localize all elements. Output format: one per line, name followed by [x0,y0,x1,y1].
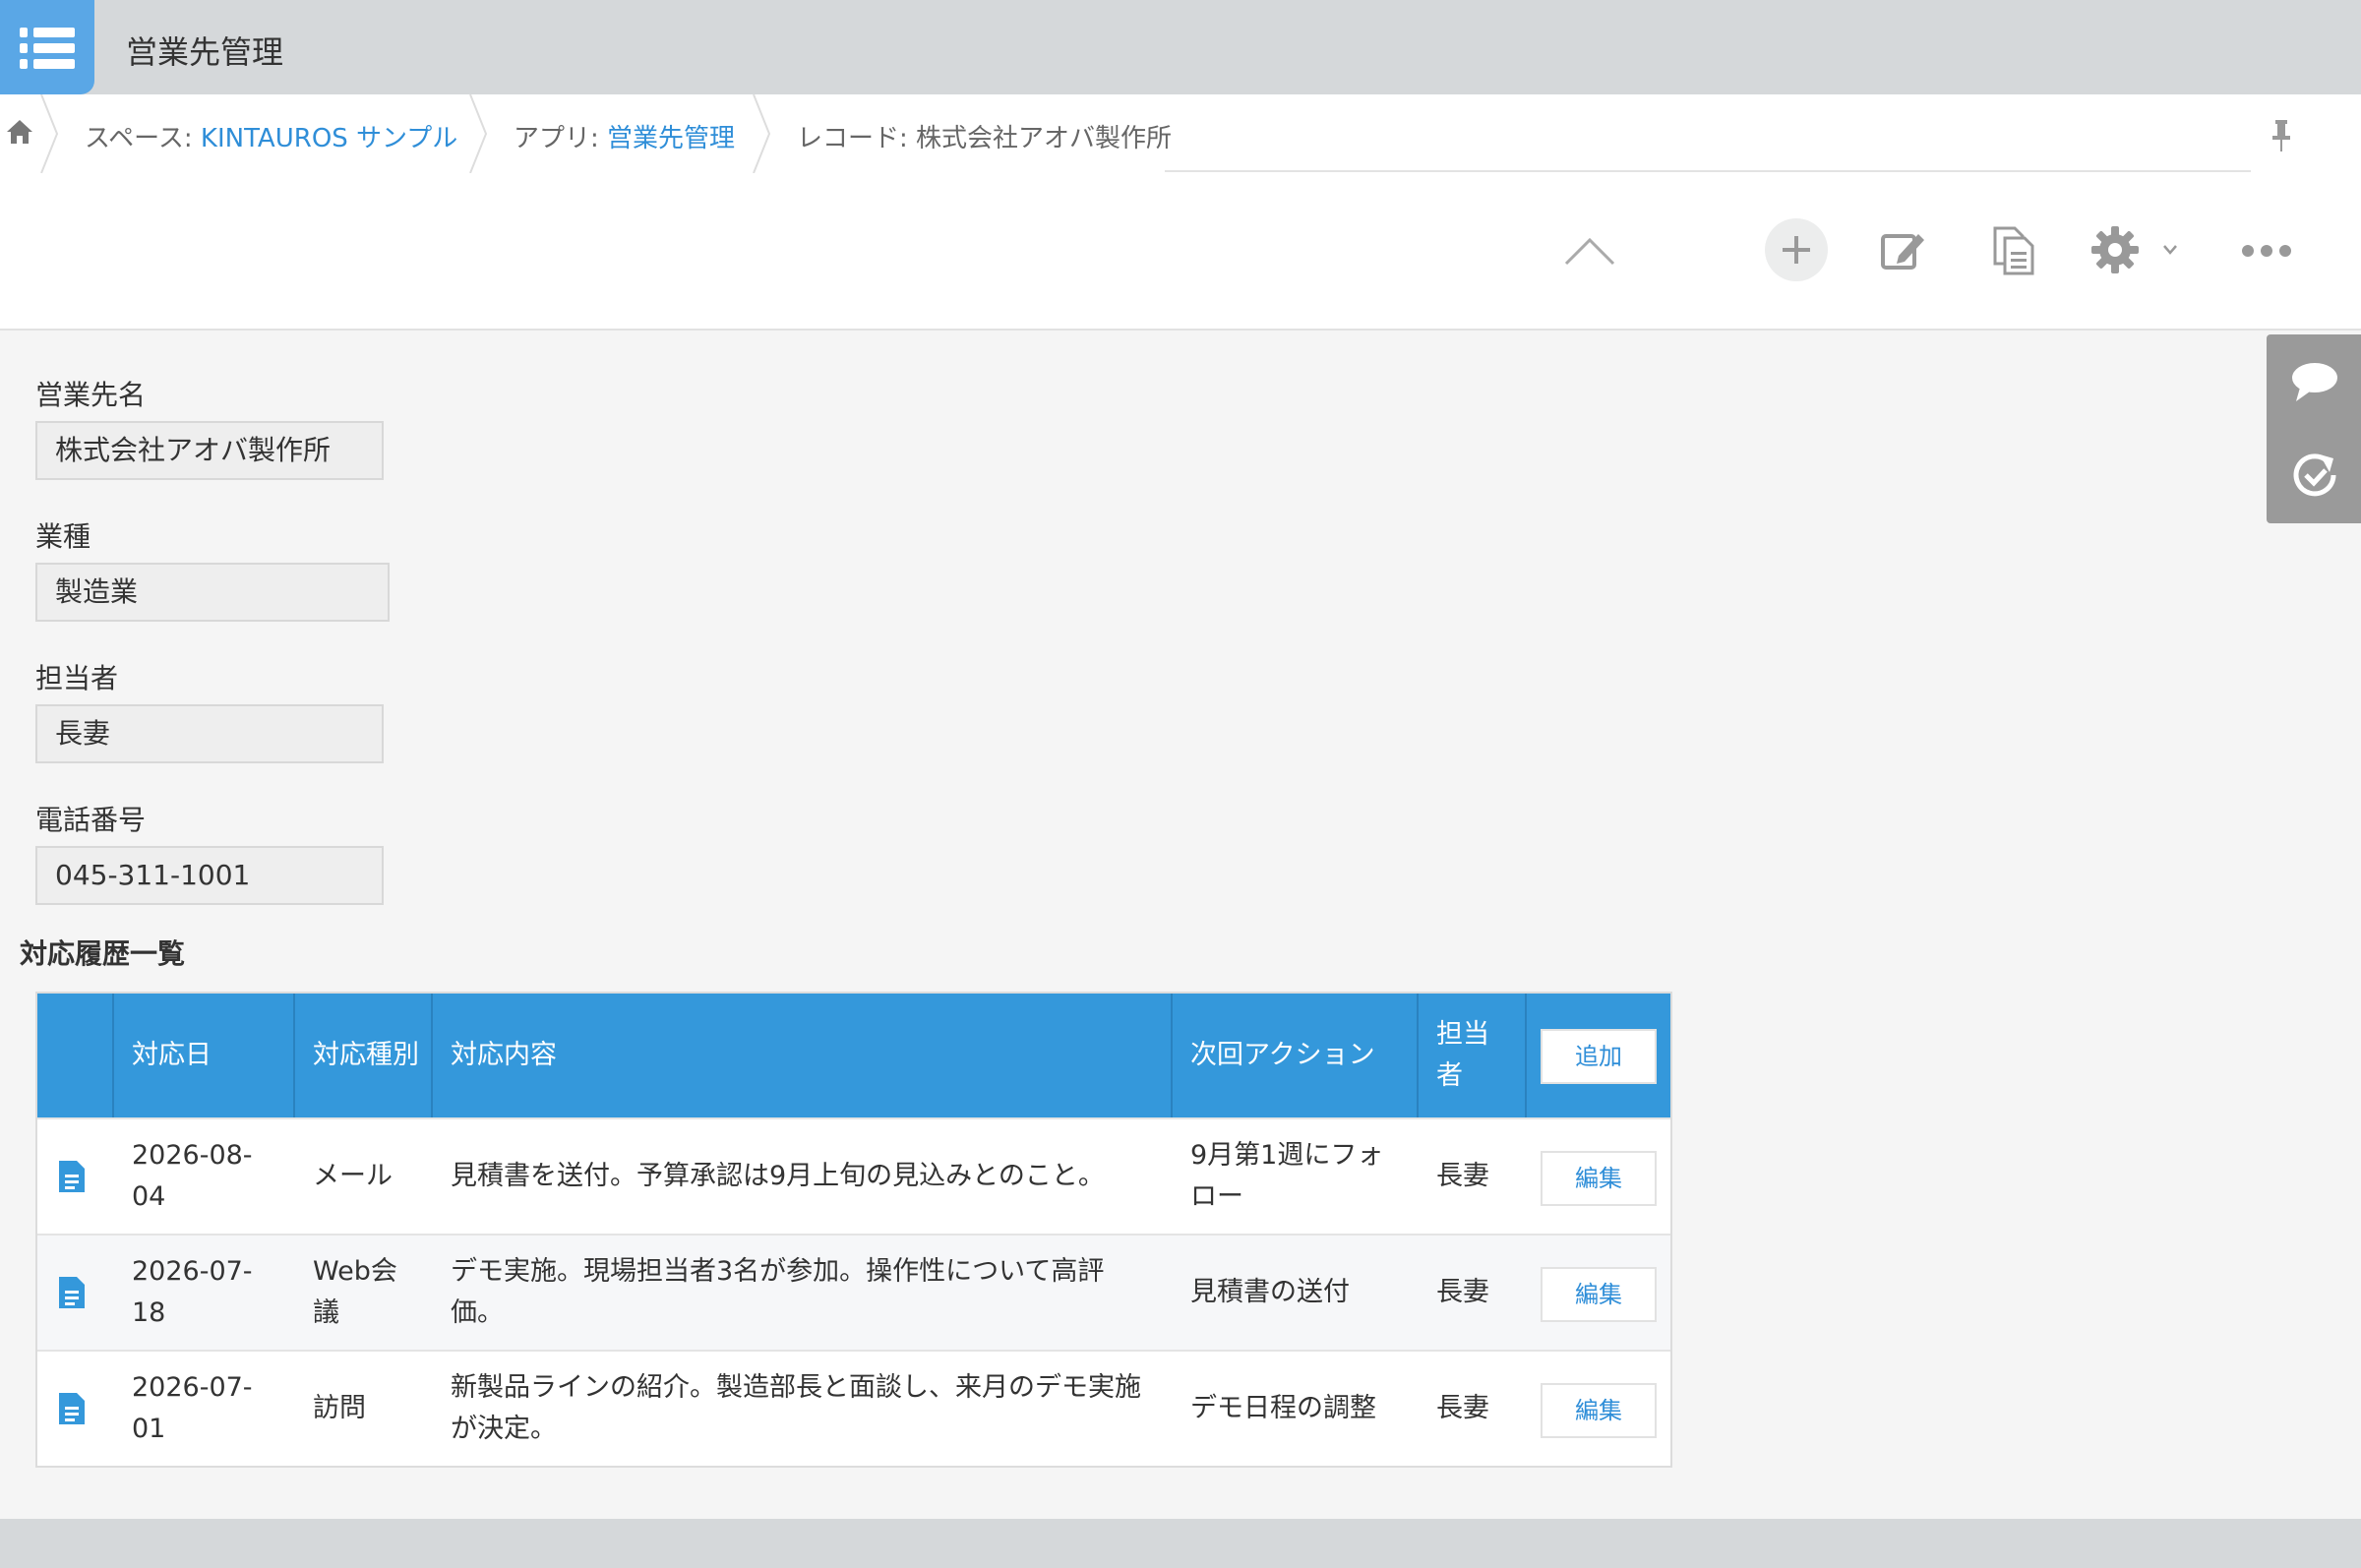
breadcrumb: スペース: KINTAUROS サンプル アプリ: 営業先管理 レコード: 株式… [0,94,2361,173]
header-type: 対応種別 [295,994,433,1117]
settings-icon[interactable] [2089,224,2141,275]
breadcrumb-underline [1165,170,2251,172]
table-row: 2026-07-18 Web会議 デモ実施。現場担当者3名が参加。操作性について… [37,1234,1670,1350]
home-icon[interactable] [4,116,35,148]
table-row: 2026-07-01 訪問 新製品ラインの紹介。製造部長と面談し、来月のデモ実施… [37,1350,1670,1466]
app-list-icon[interactable] [0,0,94,94]
add-record-icon [1783,236,1810,264]
breadcrumb-separator [40,94,59,173]
app-header: 営業先管理 [0,0,2361,94]
edit-row-button[interactable]: 編集 [1541,1267,1657,1322]
field-label-industry: 業種 [35,520,91,553]
header-date: 対応日 [114,994,295,1117]
bottom-bar [0,1519,2361,1568]
breadcrumb-app-link[interactable]: 営業先管理 [607,124,735,153]
cell-content: 見積書を送付。予算承認は9月上旬の見込みとのこと。 [451,1161,1105,1191]
history-table: 対応日 対応種別 対応内容 次回アクション 担当者 追加 2026-08-04 … [35,992,1672,1468]
history-section-title: 対応履歴一覧 [20,937,186,970]
breadcrumb-space-link[interactable]: KINTAUROS サンプル [201,124,457,153]
history-icon[interactable] [2290,451,2339,500]
field-industry-value: 製造業 [35,563,390,622]
field-phone-value: 045-311-1001 [35,846,384,905]
cell-next-action: 見積書の送付 [1190,1277,1350,1307]
header-owner: 担当者 [1419,994,1527,1117]
side-panel-tabs [2267,334,2361,523]
document-icon[interactable] [57,1275,87,1310]
cell-date: 2026-07-18 [132,1256,253,1328]
table-row: 2026-08-04 メール 見積書を送付。予算承認は9月上旬の見込みとのこと。… [37,1117,1670,1234]
breadcrumb-app[interactable]: アプリ: 営業先管理 [514,118,735,154]
field-label-company: 営業先名 [35,379,147,411]
cell-next-action: デモ日程の調整 [1190,1393,1376,1423]
breadcrumb-record: レコード: 株式会社アオバ製作所 [797,124,1173,153]
breadcrumb-separator [469,94,488,173]
header-next-action: 次回アクション [1173,994,1419,1117]
collapse-up-icon[interactable] [1564,236,1615,266]
cell-owner: 長妻 [1436,1393,1489,1423]
history-table-header: 対応日 対応種別 対応内容 次回アクション 担当者 追加 [37,994,1670,1117]
cell-date: 2026-08-04 [132,1140,253,1212]
edit-row-button[interactable]: 編集 [1541,1151,1657,1206]
breadcrumb-space[interactable]: スペース: KINTAUROS サンプル [85,118,457,154]
cell-owner: 長妻 [1436,1277,1489,1307]
app-title: 営業先管理 [126,33,284,71]
field-label-owner: 担当者 [35,662,119,694]
header-content: 対応内容 [433,994,1173,1117]
pin-icon[interactable] [2269,118,2294,153]
cell-type: 訪問 [313,1393,366,1423]
header-icon-column [37,994,114,1117]
add-record-button[interactable] [1765,218,1828,281]
more-icon[interactable] [2241,244,2292,258]
field-company-value: 株式会社アオバ製作所 [35,421,384,480]
cell-type: メール [313,1161,393,1191]
edit-row-button[interactable]: 編集 [1541,1383,1657,1438]
cell-type: Web会議 [313,1256,397,1328]
duplicate-record-icon[interactable] [1991,226,2036,275]
comment-icon[interactable] [2290,360,2339,403]
cell-content: デモ実施。現場担当者3名が参加。操作性について高評価。 [451,1256,1105,1328]
document-icon[interactable] [57,1159,87,1194]
cell-content: 新製品ラインの紹介。製造部長と面談し、来月のデモ実施が決定。 [451,1372,1141,1444]
document-icon[interactable] [57,1391,87,1426]
field-label-phone: 電話番号 [35,804,147,836]
cell-date: 2026-07-01 [132,1372,253,1444]
edit-record-icon[interactable] [1879,226,1926,273]
breadcrumb-app-prefix: アプリ: [514,124,608,153]
cell-next-action: 9月第1週にフォロー [1190,1140,1384,1212]
chevron-down-icon[interactable] [2162,244,2178,256]
breadcrumb-space-prefix: スペース: [85,124,201,153]
breadcrumb-separator [753,94,771,173]
add-row-button[interactable]: 追加 [1541,1029,1657,1084]
cell-owner: 長妻 [1436,1161,1489,1191]
field-owner-value: 長妻 [35,704,384,763]
